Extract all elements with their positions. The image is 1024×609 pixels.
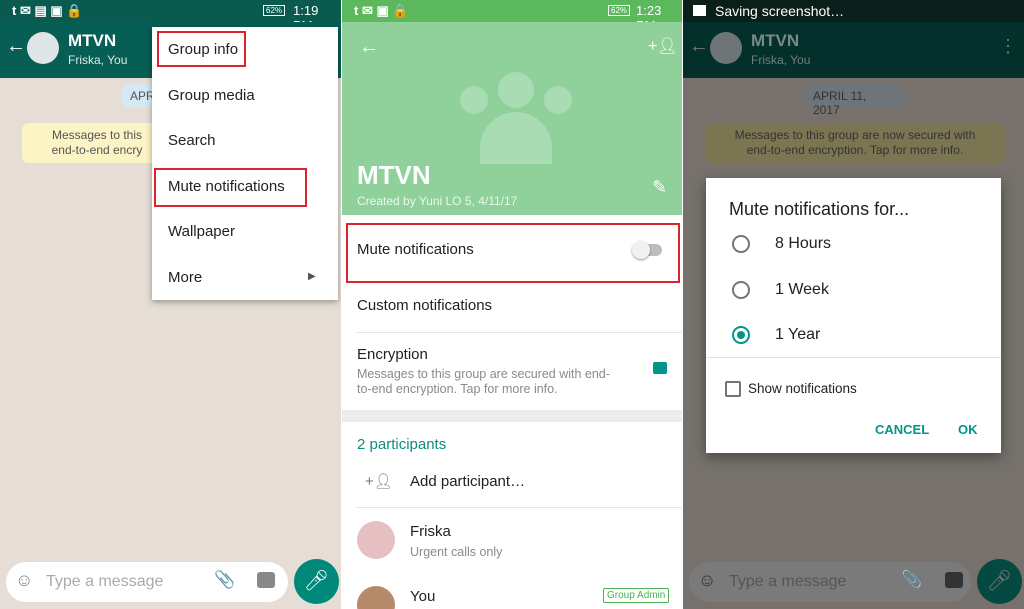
option-8-hours[interactable]: 8 Hours xyxy=(775,235,831,253)
status-icons: t ✉ ▤ ▣ 🔒 xyxy=(12,3,83,18)
group-placeholder-icon xyxy=(450,72,580,167)
camera-icon[interactable] xyxy=(945,572,963,588)
mute-dialog: Mute notifications for... 8 Hours 1 Week… xyxy=(706,178,1001,453)
encryption-line-1: Messages to this group are now secured w… xyxy=(734,128,976,142)
lock-icon xyxy=(653,362,667,374)
camera-icon[interactable] xyxy=(257,572,275,588)
participants-header: 2 participants xyxy=(357,436,447,453)
you-avatar[interactable] xyxy=(357,586,395,609)
back-arrow-icon[interactable]: ← xyxy=(6,35,26,58)
date-text: APR xyxy=(130,89,155,103)
encryption-line-2: end-to-end encryption. Tap for more info… xyxy=(746,143,964,157)
ok-button[interactable]: OK xyxy=(958,422,978,437)
date-chip: APRIL 11, 2017 xyxy=(805,84,903,117)
encryption-desc-2: to-end encryption. Tap for more info. xyxy=(357,382,558,396)
back-arrow-icon[interactable]: ← xyxy=(689,35,709,58)
message-input[interactable]: ☺ Type a message 📎 xyxy=(6,562,288,602)
checkbox-show-notifications[interactable] xyxy=(725,381,741,397)
radio-1-week[interactable] xyxy=(732,281,750,299)
message-placeholder: Type a message xyxy=(729,573,847,590)
option-1-year[interactable]: 1 Year xyxy=(775,326,820,344)
overflow-menu: Group info Group media Search Mute notif… xyxy=(152,27,338,300)
dialog-title: Mute notifications for... xyxy=(729,199,910,219)
highlight-group-info xyxy=(157,31,246,67)
highlight-mute-notifications xyxy=(154,168,307,207)
status-bar: t ✉ ▤ ▣ 🔒 62% 1:19 PM xyxy=(0,0,341,33)
mic-button[interactable]: 🎤︎ xyxy=(977,559,1022,604)
add-participant-icon[interactable]: +👤︎ xyxy=(648,36,678,56)
message-placeholder: Type a message xyxy=(46,573,164,590)
battery: 62% xyxy=(608,5,631,16)
participant-name-you[interactable]: You xyxy=(410,588,435,605)
option-1-week[interactable]: 1 Week xyxy=(775,281,829,299)
panel-group-info: t ✉ ▣ 🔒 62% 1:23 PM ← +👤︎ MTVN Created b… xyxy=(342,0,682,609)
encryption-notice[interactable]: Messages to this end-to-end encry xyxy=(22,123,172,163)
section-divider xyxy=(342,410,682,422)
menu-item-more[interactable]: More xyxy=(168,269,202,286)
friska-avatar[interactable] xyxy=(357,521,395,559)
radio-8-hours[interactable] xyxy=(732,235,750,253)
add-participant[interactable]: Add participant… xyxy=(410,473,525,490)
group-header-image: ← +👤︎ MTVN Created by Yuni LO 5, 4/11/17… xyxy=(342,22,682,215)
group-avatar[interactable] xyxy=(710,32,742,64)
encryption-title[interactable]: Encryption xyxy=(357,346,428,363)
menu-item-search[interactable]: Search xyxy=(168,132,216,149)
encryption-line-2: end-to-end encry xyxy=(51,143,143,157)
radio-1-year-selected[interactable] xyxy=(732,326,750,344)
attach-icon[interactable]: 📎 xyxy=(214,570,235,590)
mic-button[interactable]: 🎤︎ xyxy=(294,559,339,604)
encryption-line-1: Messages to this xyxy=(51,128,143,142)
battery: 62% xyxy=(263,5,286,16)
chat-subtitle: Friska, You xyxy=(751,53,811,67)
mic-icon: 🎤︎ xyxy=(986,570,1013,592)
participant-name-friska[interactable]: Friska xyxy=(410,523,451,540)
group-name: MTVN xyxy=(357,160,431,190)
menu-item-wallpaper[interactable]: Wallpaper xyxy=(168,223,235,240)
more-vert-icon[interactable]: ⋮ xyxy=(999,36,1017,57)
mic-icon: 🎤︎ xyxy=(303,570,330,592)
participant-status-friska: Urgent calls only xyxy=(410,545,503,559)
custom-notifications[interactable]: Custom notifications xyxy=(357,297,492,314)
highlight-mute-row xyxy=(346,223,680,283)
chat-title[interactable]: MTVN xyxy=(751,31,799,51)
back-arrow-icon[interactable]: ← xyxy=(359,36,379,59)
status-icons: t ✉ ▣ 🔒 xyxy=(354,3,409,18)
encryption-notice[interactable]: Messages to this group are now secured w… xyxy=(705,123,1005,163)
attach-icon[interactable]: 📎 xyxy=(901,570,922,590)
add-person-icon: +👤︎ xyxy=(365,473,393,490)
submenu-arrow-icon: ▶ xyxy=(308,271,316,282)
cancel-button[interactable]: CANCEL xyxy=(875,422,929,437)
show-notifications-label[interactable]: Show notifications xyxy=(748,381,857,396)
screenshot-icon xyxy=(693,5,706,16)
chat-title[interactable]: MTVN xyxy=(68,31,116,51)
status-bar: Saving screenshot… xyxy=(683,0,1024,22)
created-by: Created by Yuni LO 5, 4/11/17 xyxy=(357,194,518,208)
status-bar: t ✉ ▣ 🔒 62% 1:23 PM xyxy=(342,0,682,33)
emoji-icon[interactable]: ☺ xyxy=(15,570,33,591)
chat-subtitle: Friska, You xyxy=(68,53,128,67)
group-admin-badge: Group Admin xyxy=(603,588,670,603)
status-text: Saving screenshot… xyxy=(715,3,845,19)
group-avatar[interactable] xyxy=(27,32,59,64)
encryption-desc-1: Messages to this group are secured with … xyxy=(357,367,610,381)
menu-item-group-media[interactable]: Group media xyxy=(168,87,255,104)
message-input[interactable]: ☺ Type a message 📎 xyxy=(689,562,971,602)
edit-pencil-icon[interactable]: ✎ xyxy=(652,177,667,198)
emoji-icon[interactable]: ☺ xyxy=(698,570,716,591)
panel-chat-menu: t ✉ ▤ ▣ 🔒 62% 1:19 PM ← MTVN Friska, You… xyxy=(0,0,341,609)
